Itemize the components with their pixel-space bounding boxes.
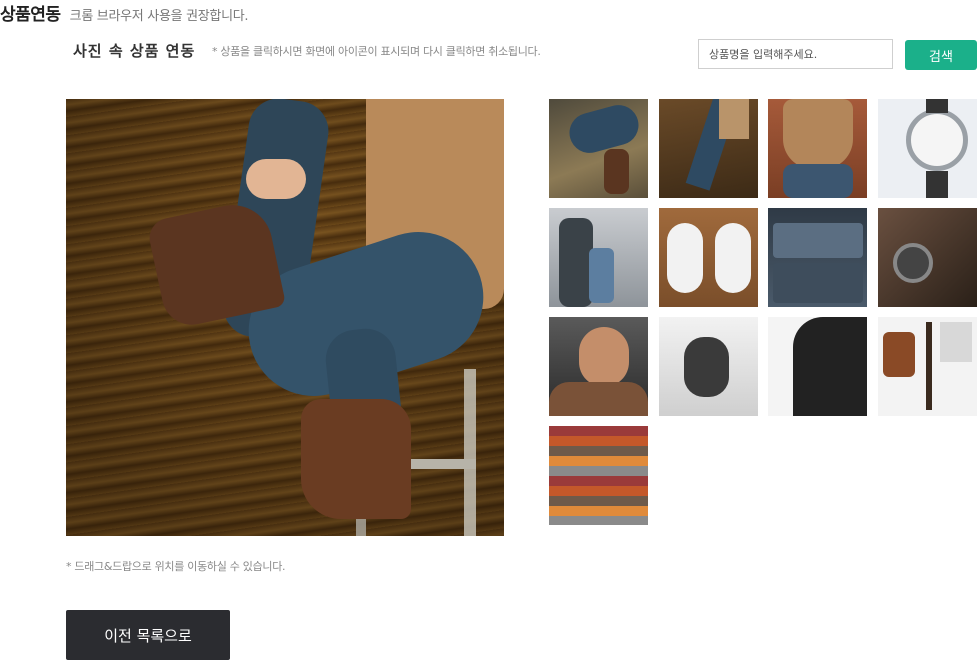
- thumbnail-item[interactable]: [659, 99, 758, 198]
- thumbnail-item[interactable]: [659, 317, 758, 416]
- product-search-input[interactable]: [698, 39, 893, 69]
- photo-hand: [246, 159, 306, 199]
- thumbnail-item[interactable]: [549, 99, 648, 198]
- thumbnail-item[interactable]: [549, 317, 648, 416]
- thumbnail-item[interactable]: [768, 208, 867, 307]
- back-to-list-button[interactable]: 이전 목록으로: [66, 610, 230, 660]
- thumbnail-item[interactable]: [549, 426, 648, 525]
- browser-recommendation-note: 크롬 브라우저 사용을 권장합니다.: [69, 9, 249, 24]
- thumbnail-item[interactable]: [878, 317, 977, 416]
- thumbnail-item[interactable]: [659, 208, 758, 307]
- drag-drop-hint: * 드래그&드랍으로 위치를 이동하실 수 있습니다.: [66, 560, 286, 573]
- main-photo[interactable]: [66, 99, 504, 536]
- thumbnail-item[interactable]: [768, 317, 867, 416]
- photo-boot: [301, 399, 411, 519]
- section-hint: * 상품을 클릭하시면 화면에 아이콘이 표시되며 다시 클릭하면 취소됩니다.: [212, 45, 541, 58]
- thumbnail-item[interactable]: [878, 208, 977, 307]
- thumbnail-item[interactable]: [768, 99, 867, 198]
- thumbnail-item[interactable]: [549, 208, 648, 307]
- thumbnail-item[interactable]: [878, 99, 977, 198]
- page-title: 상품연동: [0, 5, 61, 25]
- section-title: 사진 속 상품 연동: [73, 42, 196, 60]
- search-button[interactable]: 검색: [905, 40, 977, 70]
- page-header: 상품연동 크롬 브라우저 사용을 권장합니다.: [0, 0, 249, 25]
